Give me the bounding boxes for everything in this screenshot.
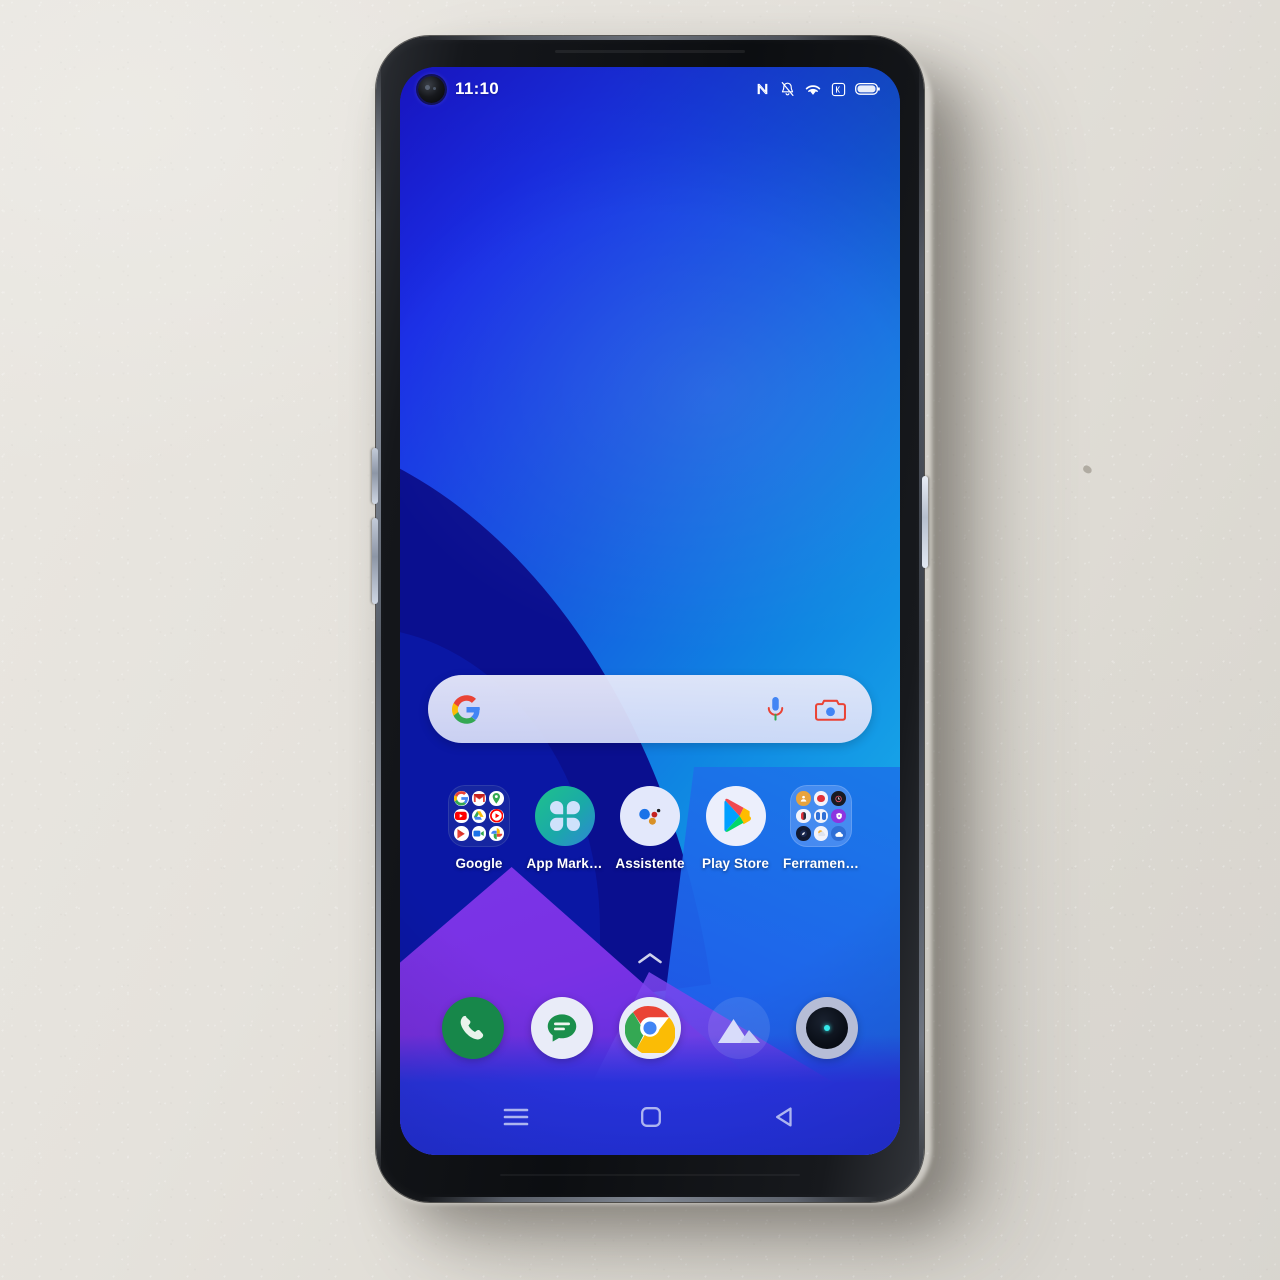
chrome-app[interactable] bbox=[619, 997, 681, 1059]
mini-youtube-icon bbox=[454, 808, 469, 824]
app-app-market[interactable]: App Mark… bbox=[526, 785, 604, 871]
messages-app[interactable] bbox=[530, 997, 593, 1059]
battery-icon bbox=[855, 82, 880, 95]
google-folder-icon bbox=[448, 785, 510, 847]
chrome-icon bbox=[625, 1006, 675, 1053]
app-label: Ferramen… bbox=[783, 856, 859, 871]
nfc-icon bbox=[757, 83, 768, 95]
earpiece-speaker bbox=[555, 50, 745, 53]
mini-themes-icon bbox=[796, 808, 811, 824]
frame-right-edge bbox=[919, 66, 924, 1172]
google-g-logo-icon bbox=[452, 694, 480, 724]
status-clock: 11:10 bbox=[455, 79, 500, 98]
app-label: App Mark… bbox=[526, 856, 603, 871]
mini-play-movies-icon bbox=[454, 826, 469, 841]
mini-drive-icon bbox=[471, 808, 487, 824]
app-market-icon bbox=[534, 785, 596, 847]
mini-contacts-icon bbox=[796, 791, 811, 806]
frame-left-edge bbox=[376, 66, 381, 1172]
app-google-folder[interactable]: Google bbox=[440, 785, 518, 871]
status-bar-left: 11:10 bbox=[418, 75, 500, 103]
bottom-speaker-seam bbox=[500, 1174, 800, 1176]
mini-clock-icon bbox=[831, 791, 846, 806]
folder-tile bbox=[448, 785, 510, 847]
google-assistant-icon bbox=[619, 785, 681, 847]
mini-compass-icon bbox=[796, 826, 811, 841]
volume-down-button[interactable] bbox=[372, 518, 378, 604]
phone-app[interactable] bbox=[442, 997, 504, 1059]
signal-strength-icon bbox=[831, 82, 846, 96]
power-button[interactable] bbox=[922, 476, 928, 568]
volume-up-button[interactable] bbox=[372, 448, 378, 504]
messages-icon bbox=[547, 1014, 576, 1042]
mini-google-g-icon bbox=[454, 791, 469, 806]
voice-search-icon[interactable] bbox=[764, 695, 787, 724]
app-label: Play Store bbox=[701, 856, 770, 871]
mini-security-icon bbox=[831, 808, 846, 824]
home-app-row: Google App Mark… Assistente Play Store F… bbox=[418, 785, 882, 871]
mini-cloud-icon bbox=[831, 826, 846, 841]
app-label: Google bbox=[455, 856, 503, 871]
mini-youtube-music-icon bbox=[489, 808, 504, 824]
chevron-up-icon[interactable] bbox=[637, 951, 663, 965]
dock bbox=[418, 997, 882, 1059]
frame-bottom-edge bbox=[422, 1197, 878, 1202]
app-ferramentas-folder[interactable]: Ferramen… bbox=[782, 785, 860, 871]
gallery-mountains-icon bbox=[717, 1019, 760, 1043]
status-bar-right bbox=[755, 81, 880, 98]
mini-photos-icon bbox=[489, 826, 504, 841]
frame-top-edge bbox=[416, 36, 884, 40]
wifi-icon bbox=[805, 84, 821, 95]
mini-recorder-icon bbox=[813, 791, 829, 806]
smartphone-body: 11:10 Google App Mark… Assistente Play S… bbox=[372, 36, 928, 1202]
ferramentas-folder-icon bbox=[790, 785, 852, 847]
camera-lens-icon bbox=[806, 1007, 848, 1049]
folder-tile bbox=[790, 785, 852, 847]
notifications-silenced-icon bbox=[781, 81, 794, 96]
back-button[interactable] bbox=[773, 1105, 797, 1129]
mini-gmail-icon bbox=[471, 791, 487, 806]
app-assistente[interactable]: Assistente bbox=[611, 785, 689, 871]
status-bar: 11:10 bbox=[400, 67, 900, 111]
mini-weather-icon bbox=[813, 826, 829, 841]
google-search-bar[interactable] bbox=[428, 675, 872, 743]
mini-meet-icon bbox=[471, 826, 487, 841]
phone-screen[interactable]: 11:10 Google App Mark… Assistente Play S… bbox=[400, 67, 900, 1155]
mini-calculator-icon bbox=[813, 808, 829, 824]
search-actions bbox=[764, 695, 846, 724]
camera-app[interactable] bbox=[796, 997, 858, 1059]
navigation-bar bbox=[400, 1089, 900, 1145]
mini-maps-icon bbox=[489, 791, 504, 806]
google-lens-icon[interactable] bbox=[815, 696, 846, 723]
paper-speck bbox=[1081, 464, 1094, 475]
home-button[interactable] bbox=[639, 1105, 663, 1129]
front-camera-punch-hole bbox=[418, 75, 445, 103]
play-store-icon bbox=[705, 785, 767, 847]
app-label: Assistente bbox=[615, 856, 685, 871]
gallery-app[interactable] bbox=[707, 997, 770, 1059]
phone-icon bbox=[460, 1015, 484, 1040]
recents-button[interactable] bbox=[503, 1107, 529, 1127]
app-play-store[interactable]: Play Store bbox=[697, 785, 775, 871]
photo-scene: 11:10 Google App Mark… Assistente Play S… bbox=[0, 0, 1280, 1280]
